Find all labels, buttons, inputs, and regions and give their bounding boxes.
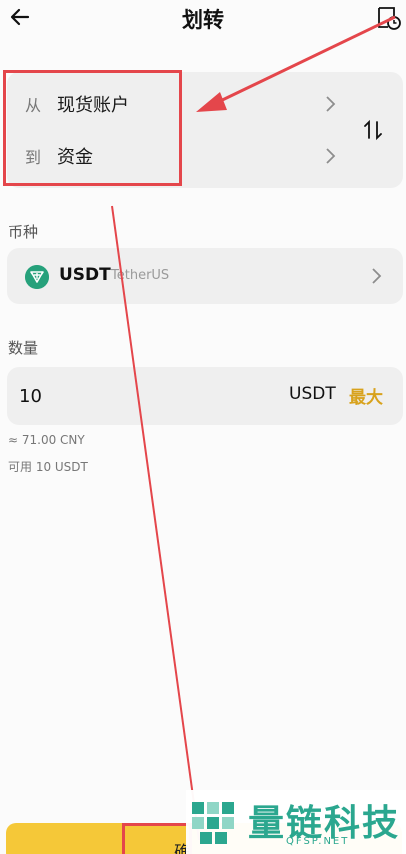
amount-unit: USDT xyxy=(289,384,336,404)
swap-vertical-icon[interactable] xyxy=(359,116,387,144)
coin-full-name: TetherUS xyxy=(111,268,170,283)
watermark-logo-icon xyxy=(192,802,234,844)
annotation-confirm-highlight xyxy=(122,823,192,854)
coin-section-label: 币种 xyxy=(8,223,39,241)
chevron-right-icon xyxy=(326,96,336,112)
coin-selector[interactable]: USDT TetherUS xyxy=(7,248,403,304)
coin-symbol: USDT xyxy=(59,265,111,285)
header-bar: 划转 xyxy=(0,0,406,36)
approx-cny-value: ≈ 71.00 CNY xyxy=(8,433,85,447)
transfer-history-icon[interactable] xyxy=(376,5,402,31)
chevron-right-icon xyxy=(372,268,382,284)
amount-section-label: 数量 xyxy=(8,339,39,357)
tether-icon xyxy=(25,265,49,289)
watermark-url: QFSP.NET xyxy=(286,836,350,847)
amount-input[interactable] xyxy=(19,381,219,411)
max-amount-button[interactable]: 最大 xyxy=(349,383,383,408)
watermark: 量链科技 QFSP.NET xyxy=(186,790,406,854)
annotation-highlight-box xyxy=(3,70,182,186)
amount-field: USDT 最大 xyxy=(7,367,403,425)
chevron-right-icon xyxy=(326,148,336,164)
available-balance: 可用 10 USDT xyxy=(8,460,88,474)
page-title: 划转 xyxy=(182,8,224,32)
